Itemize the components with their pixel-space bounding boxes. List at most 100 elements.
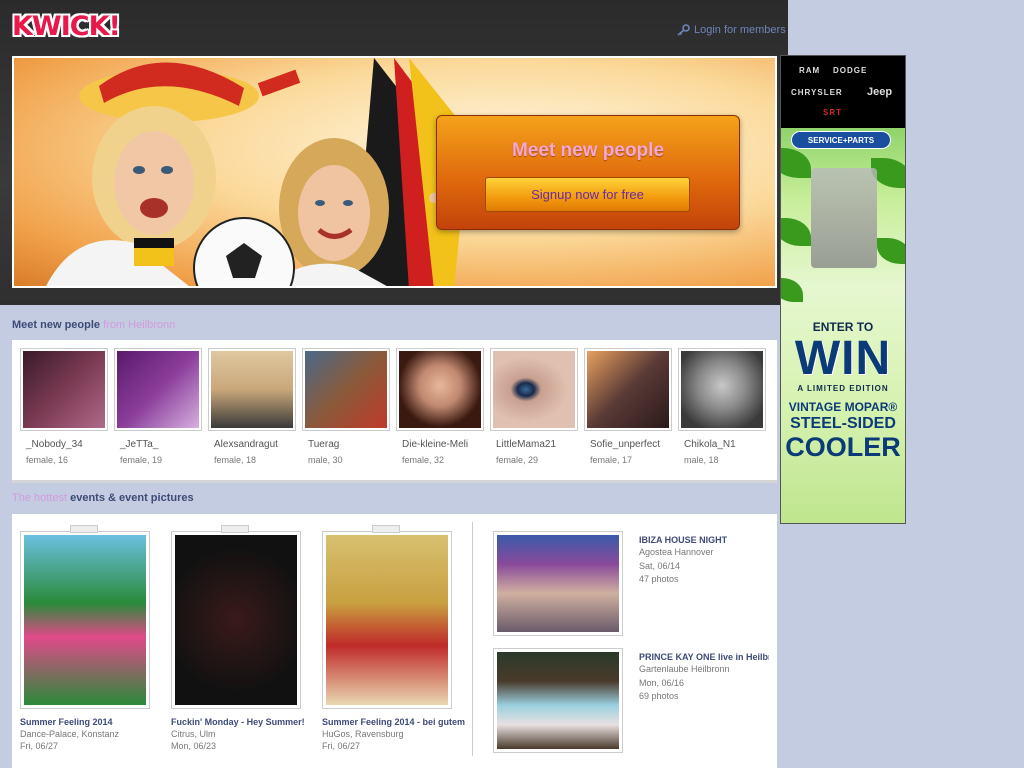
photo-fill xyxy=(493,351,575,428)
kwick-logo[interactable]: KWICK! xyxy=(12,11,121,42)
person-photo[interactable] xyxy=(208,348,296,431)
person-name[interactable]: Die-kleine-Meli xyxy=(396,439,484,450)
person-name[interactable]: LittleMama21 xyxy=(490,439,578,450)
ad-cooler-text: COOLER xyxy=(785,432,901,462)
photo-fill xyxy=(587,351,669,428)
person-card[interactable]: LittleMama21 female, 29 xyxy=(490,348,578,465)
person-meta: female, 18 xyxy=(214,455,257,465)
event-poster-card[interactable]: Summer Feeling 2014 Dance-Palace, Konsta… xyxy=(20,525,150,751)
person-name[interactable]: Alexsandragut xyxy=(208,439,296,450)
event-poster-card[interactable]: Fuckin' Monday - Hey Summer! Citrus, Ulm… xyxy=(171,525,305,751)
person-card[interactable]: Tuerag male, 30 xyxy=(302,348,390,465)
photo-fill xyxy=(681,351,763,428)
login-link[interactable]: Login for members xyxy=(677,24,786,36)
person-meta: female, 32 xyxy=(402,455,445,465)
signup-button[interactable]: Signup now for free xyxy=(485,177,690,212)
top-banner: KWICK! Login for members Meet new people… xyxy=(0,0,788,305)
photo-event-count[interactable]: 69 photos xyxy=(639,691,679,701)
srt-logo: SRT xyxy=(823,108,842,117)
person-meta: male, 30 xyxy=(308,455,343,465)
ad-limited-text: A LIMITED EDITION xyxy=(797,384,889,393)
person-name[interactable]: Tuerag xyxy=(302,439,390,450)
person-meta: female, 17 xyxy=(590,455,633,465)
dodge-logo: DODGE xyxy=(833,66,868,75)
poster-fill xyxy=(326,535,448,705)
ad-brand-strip: RAM DODGE CHRYSLER Jeep SRT xyxy=(781,56,905,128)
events-heading-pale: The hottest xyxy=(12,492,68,504)
ad-visual: SERVICE+PARTS ENTER TO WIN A LIMITED EDI… xyxy=(781,128,905,523)
ad-vintage-text: VINTAGE MOPAR® xyxy=(788,400,898,414)
people-location[interactable]: from Heilbronn xyxy=(103,319,175,331)
people-heading: Meet new people from Heilbronn xyxy=(12,319,175,331)
person-meta: male, 18 xyxy=(684,455,719,465)
photo-event-title[interactable]: PRINCE KAY ONE live in Heilbronn xyxy=(639,652,769,662)
poster-clip xyxy=(221,525,249,533)
person-meta: female, 16 xyxy=(26,455,69,465)
photo-fill xyxy=(399,351,481,428)
person-name[interactable]: Chikola_N1 xyxy=(678,439,766,450)
hero-banner: Meet new people Signup now for free xyxy=(12,56,777,288)
person-photo[interactable] xyxy=(20,348,108,431)
login-label: Login for members xyxy=(694,24,786,36)
mopar-ad[interactable]: RAM DODGE CHRYSLER Jeep SRT SERVICE+PART… xyxy=(780,55,906,524)
cooler-image xyxy=(811,168,877,268)
event-title[interactable]: Summer Feeling 2014 xyxy=(20,717,165,727)
ad-win-text: WIN xyxy=(794,332,892,385)
person-card[interactable]: _JeTTa_ female, 19 xyxy=(114,348,202,465)
person-photo[interactable] xyxy=(584,348,672,431)
people-list: _Nobody_34 female, 16 _JeTTa_ female, 19… xyxy=(12,340,777,483)
person-meta: female, 29 xyxy=(496,455,539,465)
person-card[interactable]: Alexsandragut female, 18 xyxy=(208,348,296,465)
photo-fill xyxy=(211,351,293,428)
person-photo[interactable] xyxy=(114,348,202,431)
key-icon xyxy=(677,24,690,36)
person-card[interactable]: Chikola_N1 male, 18 xyxy=(678,348,766,465)
person-name[interactable]: Sofie_unperfect xyxy=(584,439,672,450)
person-name[interactable]: _JeTTa_ xyxy=(114,439,202,450)
events-heading-text: events & event pictures xyxy=(70,492,194,504)
event-photo[interactable] xyxy=(493,531,623,636)
event-venue: Citrus, Ulm xyxy=(171,729,216,739)
ad-steel-text: STEEL-SIDED xyxy=(790,415,896,432)
photo-fill xyxy=(497,652,619,749)
person-card[interactable]: _Nobody_34 female, 16 xyxy=(20,348,108,465)
photo-event-count[interactable]: 47 photos xyxy=(639,574,679,584)
person-photo[interactable] xyxy=(490,348,578,431)
person-card[interactable]: Sofie_unperfect female, 17 xyxy=(584,348,672,465)
leaf-icon xyxy=(781,148,811,178)
person-photo[interactable] xyxy=(302,348,390,431)
poster-clip xyxy=(70,525,98,533)
event-photo[interactable] xyxy=(493,648,623,753)
photo-event-title[interactable]: IBIZA HOUSE NIGHT xyxy=(639,535,769,545)
mopar-badge: SERVICE+PARTS xyxy=(791,131,891,149)
signup-panel: Meet new people Signup now for free xyxy=(436,115,740,230)
event-venue: Dance-Palace, Konstanz xyxy=(20,729,120,739)
person-card[interactable]: Die-kleine-Meli female, 32 xyxy=(396,348,484,465)
person-meta: female, 19 xyxy=(120,455,163,465)
leaf-icon xyxy=(781,278,803,302)
poster-fill xyxy=(24,535,146,705)
event-title[interactable]: Fuckin' Monday - Hey Summer! xyxy=(171,717,316,727)
photo-fill xyxy=(497,535,619,632)
events-list: Summer Feeling 2014 Dance-Palace, Konsta… xyxy=(12,514,777,768)
person-name[interactable]: _Nobody_34 xyxy=(20,439,108,450)
event-title[interactable]: Summer Feeling 2014 - bei gutem xyxy=(322,717,467,727)
poster-fill xyxy=(175,535,297,705)
event-poster[interactable] xyxy=(322,531,452,709)
events-divider xyxy=(472,522,473,756)
leaf-icon xyxy=(781,218,811,246)
ram-logo: RAM xyxy=(799,66,821,75)
person-photo[interactable] xyxy=(396,348,484,431)
jeep-logo: Jeep xyxy=(867,86,893,98)
event-date: Mon, 06/23 xyxy=(171,741,217,751)
event-poster[interactable] xyxy=(171,531,301,709)
event-poster-card[interactable]: Summer Feeling 2014 - bei gutem HuGos, R… xyxy=(322,525,465,751)
photo-fill xyxy=(305,351,387,428)
photo-fill xyxy=(23,351,105,428)
photo-fill xyxy=(117,351,199,428)
person-photo[interactable] xyxy=(678,348,766,431)
event-poster[interactable] xyxy=(20,531,150,709)
photo-event-venue: Gartenlaube Heilbronn xyxy=(639,664,730,674)
event-venue: HuGos, Ravensburg xyxy=(322,729,404,739)
events-heading: The hottest events & event pictures xyxy=(12,492,194,504)
